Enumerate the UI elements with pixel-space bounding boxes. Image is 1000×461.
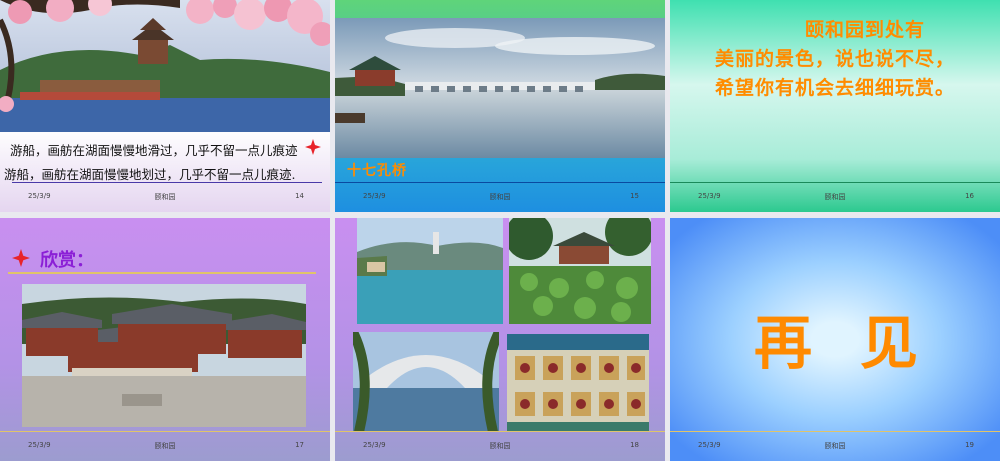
farewell-char-2: 见 xyxy=(860,309,919,377)
footer-title: 颐和园 xyxy=(489,442,511,450)
footer-title: 颐和园 xyxy=(154,442,176,450)
slide-number: 19 xyxy=(965,441,974,449)
four-point-star-icon xyxy=(305,139,321,155)
lotus-pavilion-photo xyxy=(509,218,651,324)
slide-number: 15 xyxy=(630,192,639,200)
slide-19[interactable]: 再 见 25/3/9 颐和园 19 xyxy=(670,218,1000,461)
slide-footer: 25/3/9 颐和园 16 xyxy=(670,182,1000,212)
divider xyxy=(8,272,316,274)
slide-18[interactable]: 25/3/9 颐和园 18 xyxy=(335,218,665,461)
caption-line-2: 游船，画舫在湖面慢慢地划过，几乎不留一点儿痕迹. xyxy=(4,167,296,182)
slide-14[interactable]: 游船，画舫在湖面慢慢地滑过，几乎不留一点儿痕迹 游船，画舫在湖面慢慢地划过，几乎… xyxy=(0,0,330,212)
heading: 欣赏： xyxy=(40,250,94,271)
slide-footer: 25/3/9 颐和园 19 xyxy=(670,431,1000,461)
arch-bridge-photo xyxy=(353,332,499,432)
slide-footer: 25/3/9 颐和园 15 xyxy=(335,182,665,212)
poem: 颐和园到处有 美丽的景色，说也说不尽， 希望你有机会去细细玩赏。 xyxy=(670,16,1000,103)
ornate-wall-photo xyxy=(507,334,649,432)
slide-15[interactable]: 十七孔桥 25/3/9 颐和园 15 xyxy=(335,0,665,212)
caption-line-1: 游船，画舫在湖面慢慢地滑过，几乎不留一点儿痕迹 xyxy=(10,143,298,158)
slide-footer: 25/3/9 颐和园 17 xyxy=(0,431,330,461)
caption: 游船，画舫在湖面慢慢地滑过，几乎不留一点儿痕迹 游船，画舫在湖面慢慢地划过，几乎… xyxy=(0,140,330,183)
poem-line-1: 颐和园到处有 xyxy=(804,19,925,41)
slide-number: 16 xyxy=(965,192,974,200)
slide-footer: 25/3/9 颐和园 18 xyxy=(335,431,665,461)
poem-line-2: 美丽的景色，说也说不尽， xyxy=(714,48,955,70)
four-point-star-icon xyxy=(12,249,30,267)
footer-title: 颐和园 xyxy=(489,193,511,201)
footer-title: 颐和园 xyxy=(824,193,846,201)
footer-title: 颐和园 xyxy=(824,442,846,450)
poem-line-3: 希望你有机会去细细玩赏。 xyxy=(714,77,955,99)
slide-number: 17 xyxy=(295,441,304,449)
palace-courtyard-photo xyxy=(22,284,306,427)
slide-number: 14 xyxy=(295,192,304,200)
footer-title: 颐和园 xyxy=(154,193,176,201)
slide-footer: 25/3/9 颐和园 14 xyxy=(0,182,330,212)
slide-number: 18 xyxy=(630,441,639,449)
seventeen-arch-bridge-photo xyxy=(335,18,665,158)
slide-16[interactable]: 颐和园到处有 美丽的景色，说也说不尽， 希望你有机会去细细玩赏。 25/3/9 … xyxy=(670,0,1000,212)
summer-palace-lake-photo xyxy=(0,0,330,132)
photo-label: 十七孔桥 xyxy=(347,163,407,179)
lake-pagoda-photo xyxy=(357,218,503,324)
farewell-char-1: 再 xyxy=(754,309,813,377)
slide-17[interactable]: 欣赏： 25/3/9 颐和园 17 xyxy=(0,218,330,461)
